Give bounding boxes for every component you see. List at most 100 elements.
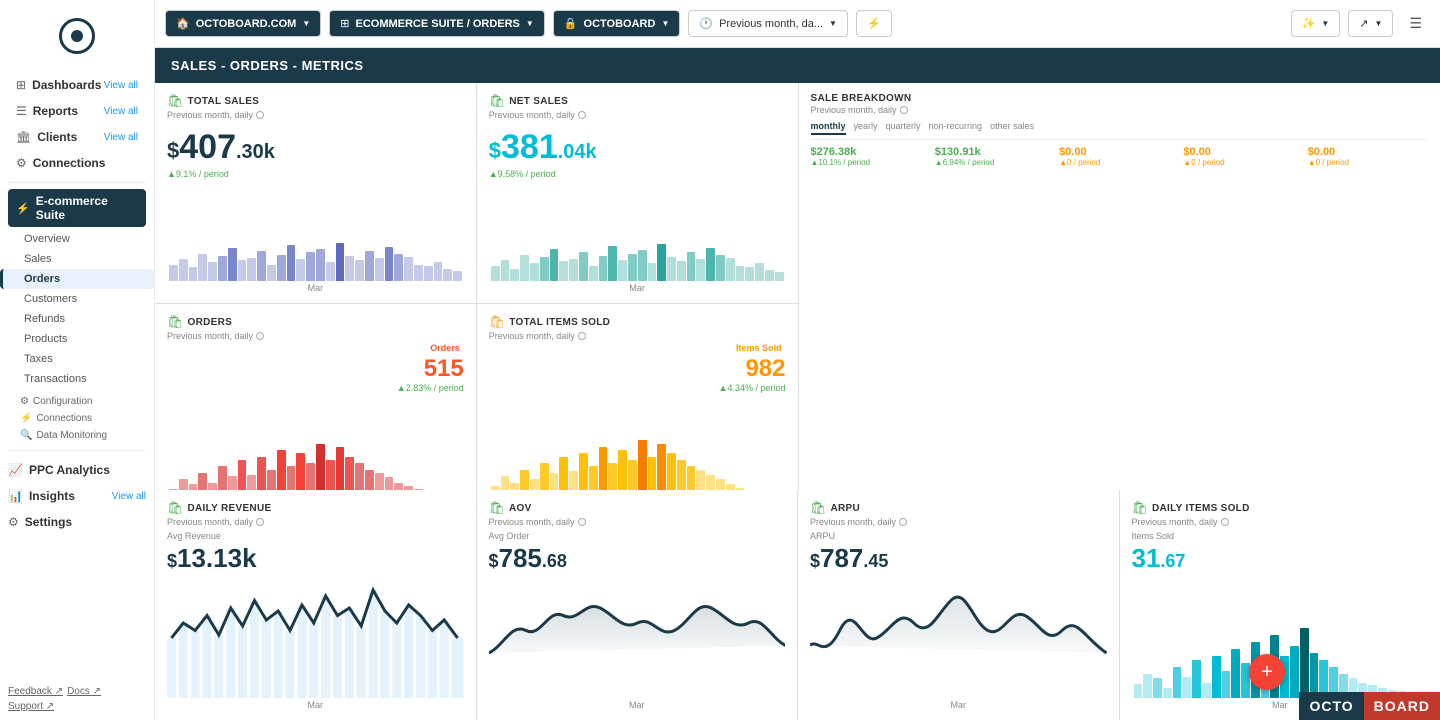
board-dropdown-icon: ▼ bbox=[661, 19, 669, 28]
docs-link[interactable]: Docs ↗ bbox=[67, 686, 101, 697]
sidebar-item-connections[interactable]: ⚙ Connections bbox=[8, 150, 146, 176]
card-arpu: 🛍 ARPU Previous month, daily ARPU $ 787 … bbox=[798, 490, 1119, 720]
dashboard-title: SALES - ORDERS - METRICS bbox=[155, 48, 1440, 83]
net-sales-icon: 🛍 bbox=[489, 93, 506, 109]
tab-quarterly[interactable]: quarterly bbox=[886, 121, 921, 135]
total-sales-chart-label: Mar bbox=[167, 283, 464, 293]
sale-breakdown-info[interactable] bbox=[900, 106, 908, 114]
clients-icon: 🏛 bbox=[16, 130, 31, 144]
star-dropdown-icon: ▼ bbox=[1321, 19, 1329, 28]
net-sales-info[interactable] bbox=[578, 111, 586, 119]
feedback-link[interactable]: Feedback ↗ bbox=[8, 686, 63, 697]
arpu-info[interactable] bbox=[899, 518, 907, 526]
site-selector[interactable]: 🏠 OCTOBOARD.COM ▼ bbox=[165, 10, 321, 37]
sidebar-item-orders[interactable]: Orders bbox=[0, 269, 154, 289]
sidebar-item-data-monitoring[interactable]: 🔍 Data Monitoring bbox=[0, 427, 154, 444]
board-selector[interactable]: 🔒 OCTOBOARD ▼ bbox=[553, 10, 681, 37]
logo-area bbox=[0, 8, 154, 64]
total-sales-change: ▲9.1% / period bbox=[167, 169, 464, 179]
tab-monthly[interactable]: monthly bbox=[811, 121, 846, 135]
sidebar-item-configuration[interactable]: ⚙ Configuration bbox=[0, 393, 154, 410]
sidebar-item-dashboards[interactable]: ⊞ Dashboards View all bbox=[8, 72, 146, 98]
sidebar-item-overview[interactable]: Overview bbox=[0, 229, 154, 249]
items-subtitle: Previous month, daily bbox=[489, 331, 786, 341]
sidebar-item-clients[interactable]: 🏛 Clients View all bbox=[8, 124, 146, 150]
ecommerce-icon: ⚡ bbox=[16, 202, 30, 215]
sidebar-item-refunds[interactable]: Refunds bbox=[0, 309, 154, 329]
support-link[interactable]: Support ↗ bbox=[8, 701, 54, 712]
net-sales-currency: $ bbox=[489, 138, 501, 164]
monitoring-icon: 🔍 bbox=[20, 430, 32, 441]
footer-links: Feedback ↗ Docs ↗ Support ↗ bbox=[0, 678, 154, 720]
net-sales-big: 381 bbox=[501, 128, 558, 167]
tab-yearly[interactable]: yearly bbox=[854, 121, 878, 135]
lightning-btn[interactable]: ⚡ bbox=[856, 10, 892, 37]
star-icon: ✨ bbox=[1302, 17, 1316, 30]
arpu-chart: Mar bbox=[810, 578, 1107, 710]
menu-btn[interactable]: ☰ bbox=[1401, 9, 1430, 38]
daily-items-info[interactable] bbox=[1221, 518, 1229, 526]
connections-sub-icon: ⚡ bbox=[20, 413, 32, 424]
sidebar-item-settings[interactable]: ⚙ Settings bbox=[0, 509, 154, 535]
orders-info[interactable] bbox=[256, 332, 264, 340]
items-info[interactable] bbox=[578, 332, 586, 340]
site-icon: 🏠 bbox=[176, 17, 190, 30]
time-selector[interactable]: 🕐 Previous month, da... ▼ bbox=[688, 10, 848, 37]
daily-rev-info[interactable] bbox=[256, 518, 264, 526]
octo-text: OCTO bbox=[1299, 692, 1363, 720]
items-chart: Mar bbox=[489, 397, 786, 490]
lightning-icon: ⚡ bbox=[867, 17, 881, 30]
sidebar-item-insights[interactable]: 📊 Insights View all bbox=[0, 483, 154, 509]
total-sales-info[interactable] bbox=[256, 111, 264, 119]
sidebar-item-customers[interactable]: Customers bbox=[0, 289, 154, 309]
aov-chart-label: Mar bbox=[489, 700, 786, 710]
tab-non-recurring[interactable]: non-recurring bbox=[929, 121, 983, 135]
share-icon: ↗ bbox=[1359, 17, 1368, 30]
fab-button[interactable]: + bbox=[1249, 654, 1285, 690]
board-icon: 🔒 bbox=[564, 17, 578, 30]
items-change: ▲4.34% / period bbox=[489, 383, 786, 393]
ppc-icon: 📈 bbox=[8, 463, 23, 477]
breakdown-chart-area: Mar 05 Mar 09 Mar 13 Mar 17 Mar 21 Mar 2… bbox=[811, 175, 1429, 490]
topbar: 🏠 OCTOBOARD.COM ▼ ⊞ ECOMMERCE SUITE / OR… bbox=[155, 0, 1440, 48]
sidebar-item-reports[interactable]: ☰ Reports View all bbox=[8, 98, 146, 124]
breakdown-yearly: $130.91k ▲6.94% / period bbox=[935, 146, 1055, 167]
sidebar-item-taxes[interactable]: Taxes bbox=[0, 349, 154, 369]
breakdown-other: $0.00 ▲0 / period bbox=[1308, 146, 1428, 167]
total-sales-icon: 🛍 bbox=[167, 93, 184, 109]
card-total-items: 🛍 TOTAL ITEMS SOLD Previous month, daily… bbox=[477, 304, 798, 490]
net-sales-small: .04k bbox=[558, 141, 597, 164]
sidebar-item-sales[interactable]: Sales bbox=[0, 249, 154, 269]
logo-icon[interactable] bbox=[59, 18, 95, 54]
total-sales-chart: Mar bbox=[167, 183, 464, 293]
sidebar-item-products[interactable]: Products bbox=[0, 329, 154, 349]
card-aov: 🛍 AOV Previous month, daily Avg Order $ … bbox=[477, 490, 798, 720]
orders-icon: 🛍 bbox=[167, 314, 184, 330]
daily-rev-icon: 🛍 bbox=[167, 500, 184, 516]
daily-items-chart: Mar bbox=[1132, 578, 1429, 710]
daily-rev-chart-label: Mar bbox=[167, 700, 464, 710]
aov-info[interactable] bbox=[578, 518, 586, 526]
breakdown-quarterly: $0.00 ▲0 / period bbox=[1059, 146, 1179, 167]
suite-selector[interactable]: ⊞ ECOMMERCE SUITE / ORDERS ▼ bbox=[329, 10, 545, 37]
total-sales-currency: $ bbox=[167, 138, 179, 164]
time-dropdown-icon: ▼ bbox=[829, 19, 837, 28]
board-text: BOARD bbox=[1364, 692, 1440, 720]
sidebar-item-ppc[interactable]: 📈 PPC Analytics bbox=[0, 457, 154, 483]
sidebar-item-transactions[interactable]: Transactions bbox=[0, 369, 154, 389]
sidebar-item-ecommerce-suite[interactable]: ⚡ E-commerce Suite bbox=[8, 189, 146, 227]
suite-icon: ⊞ bbox=[340, 17, 349, 30]
total-sales-small: .30k bbox=[236, 141, 275, 164]
items-value: 982 bbox=[489, 355, 786, 383]
card-sale-breakdown: SALE BREAKDOWN Previous month, daily mon… bbox=[799, 83, 1440, 490]
items-series-label: Items Sold bbox=[736, 343, 782, 353]
star-btn[interactable]: ✨ ▼ bbox=[1291, 10, 1341, 37]
sidebar-item-connections-sub[interactable]: ⚡ Connections bbox=[0, 410, 154, 427]
total-sales-big: 407 bbox=[179, 128, 236, 167]
tab-other-sales[interactable]: other sales bbox=[990, 121, 1034, 135]
share-btn[interactable]: ↗ ▼ bbox=[1348, 10, 1393, 37]
orders-chart: Mar bbox=[167, 397, 464, 490]
suite-dropdown-icon: ▼ bbox=[526, 19, 534, 28]
card-total-sales: 🛍 TOTAL SALES Previous month, daily $ 40… bbox=[155, 83, 476, 303]
orders-value: 515 bbox=[167, 355, 464, 383]
